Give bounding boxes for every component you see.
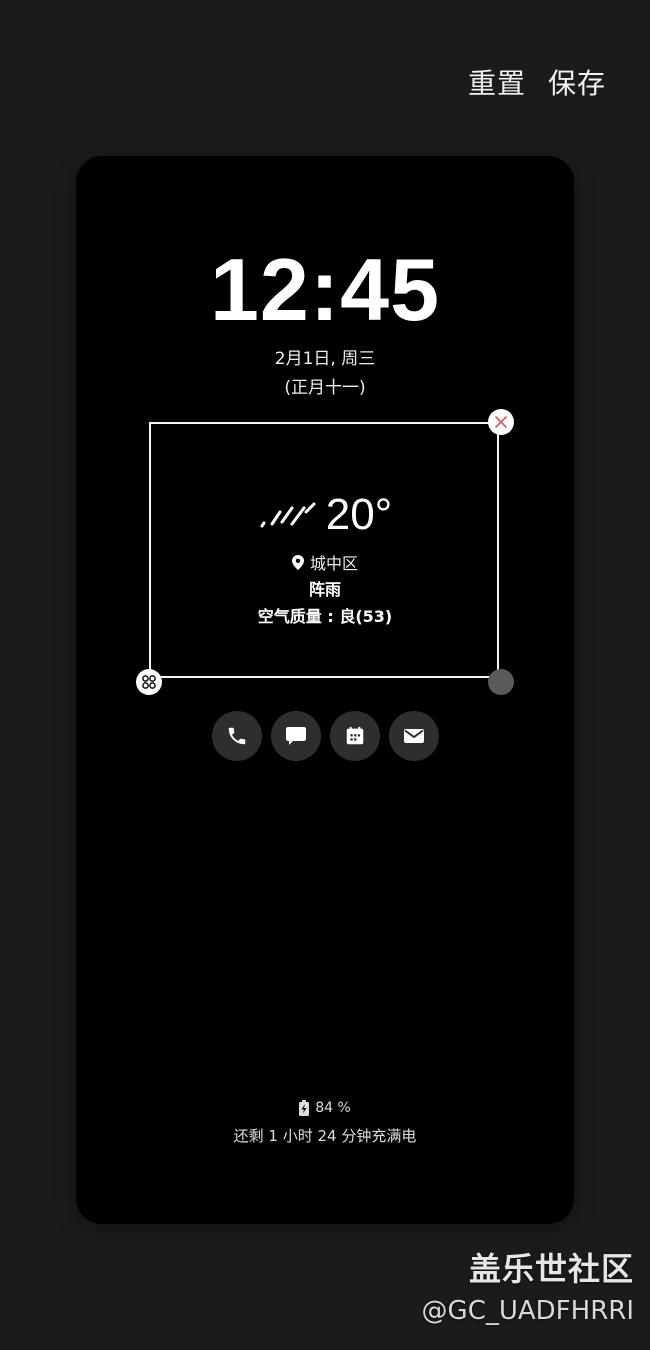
battery-percent: 84 % <box>315 1100 351 1116</box>
watermark: 盖乐世社区 @GC_UADFHRRI <box>422 1244 634 1326</box>
watermark-user: @GC_UADFHRRI <box>421 1296 634 1326</box>
clock-time[interactable]: 12:45 <box>0 240 650 340</box>
rain-icon <box>260 502 316 528</box>
top-action-bar: 重置 保存 <box>468 62 606 102</box>
resize-handle[interactable] <box>488 669 514 695</box>
save-button[interactable]: 保存 <box>548 62 606 102</box>
close-icon <box>495 416 507 428</box>
date-label: 2月1日, 周三 <box>274 349 376 369</box>
widget-settings-icon <box>142 675 156 689</box>
remove-widget-button[interactable] <box>488 409 514 435</box>
weather-summary: 20° <box>0 490 650 540</box>
location-pin-icon <box>291 554 304 570</box>
reset-button[interactable]: 重置 <box>468 62 526 102</box>
email-shortcut[interactable] <box>389 711 439 761</box>
messages-shortcut[interactable] <box>271 711 321 761</box>
charge-time-remaining: 还剩 1 小时 24 分钟充满电 <box>233 1127 417 1145</box>
battery-status: 84 % <box>0 1100 650 1116</box>
phone-icon <box>228 727 246 745</box>
air-quality-label: 空气质量 : 良(53) <box>257 607 393 626</box>
lunar-date-label: (正月十一) <box>284 378 366 398</box>
calendar-icon <box>346 726 364 745</box>
watermark-brand: 盖乐世社区 <box>468 1250 634 1288</box>
calendar-shortcut[interactable] <box>330 711 380 761</box>
location-label: 城中区 <box>309 554 358 573</box>
mail-icon <box>404 729 424 743</box>
battery-charging-icon <box>299 1100 310 1116</box>
temperature-value: 20° <box>325 490 393 539</box>
lockscreen-editor: 重置 保存 12:45 2月1日, 周三 (正月十一) 20° 城中区 阵雨 空… <box>0 0 650 1350</box>
weather-condition: 阵雨 <box>308 580 341 599</box>
notification-shortcuts <box>212 711 439 761</box>
phone-shortcut[interactable] <box>212 711 262 761</box>
message-icon <box>286 727 306 745</box>
location-row: 城中区 <box>0 550 650 574</box>
widget-settings-button[interactable] <box>136 669 162 695</box>
